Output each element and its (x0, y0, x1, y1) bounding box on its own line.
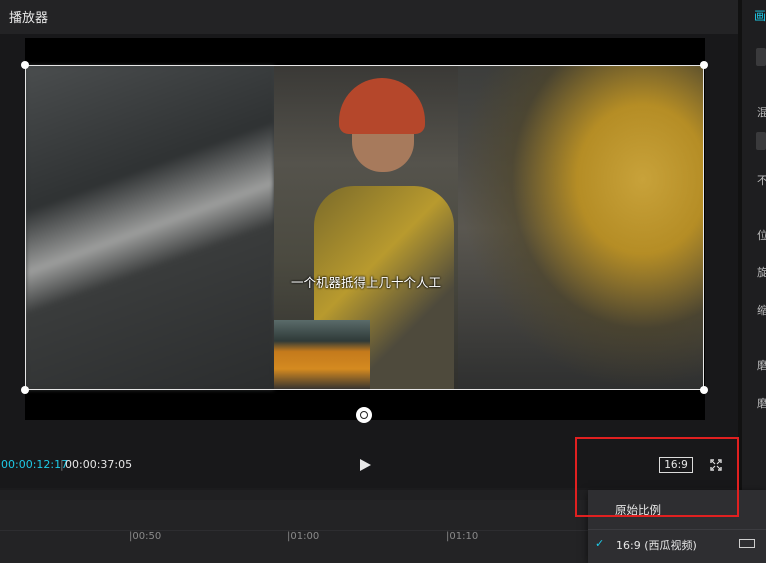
player-titlebar: 播放器 (0, 0, 738, 34)
timeline-tick: |01:00 (287, 531, 320, 542)
panel-label: 不 (757, 174, 766, 187)
resize-handle-bottom-left[interactable] (21, 386, 29, 394)
panel-label: 磨 (757, 397, 766, 410)
resize-handle-top-left[interactable] (21, 61, 29, 69)
current-time: 00:00:12:17 (1, 458, 69, 471)
panel-control[interactable] (756, 48, 766, 66)
resize-handle-top-right[interactable] (700, 61, 708, 69)
panel-label: 磨 (757, 359, 766, 372)
panel-label: 缩 (757, 304, 766, 317)
panel-label: 旋 (757, 266, 766, 279)
player-title: 播放器 (9, 11, 49, 26)
panel-control[interactable] (756, 132, 766, 150)
timeline-tick: |00:50 (129, 531, 162, 542)
panel-label: 位 (757, 229, 766, 242)
panel-label: 混 (757, 106, 766, 119)
ratio-preview-icon (739, 539, 755, 548)
resize-handle-bottom-right[interactable] (700, 386, 708, 394)
menu-divider (588, 529, 766, 530)
menu-item-16-9[interactable]: 16:9 (西瓜视频) (616, 537, 697, 553)
timeline-tick: |01:10 (446, 531, 479, 542)
play-icon[interactable] (360, 459, 371, 471)
properties-panel-tab[interactable]: 画 (754, 7, 766, 24)
time-separator: | (60, 458, 64, 471)
check-icon: ✓ (595, 537, 605, 550)
properties-panel: 画 (738, 0, 766, 563)
transform-selection-box[interactable] (25, 65, 704, 390)
rotate-handle-icon[interactable] (356, 407, 372, 423)
highlight-annotation (575, 437, 739, 517)
total-time: 00:00:37:05 (65, 458, 133, 471)
